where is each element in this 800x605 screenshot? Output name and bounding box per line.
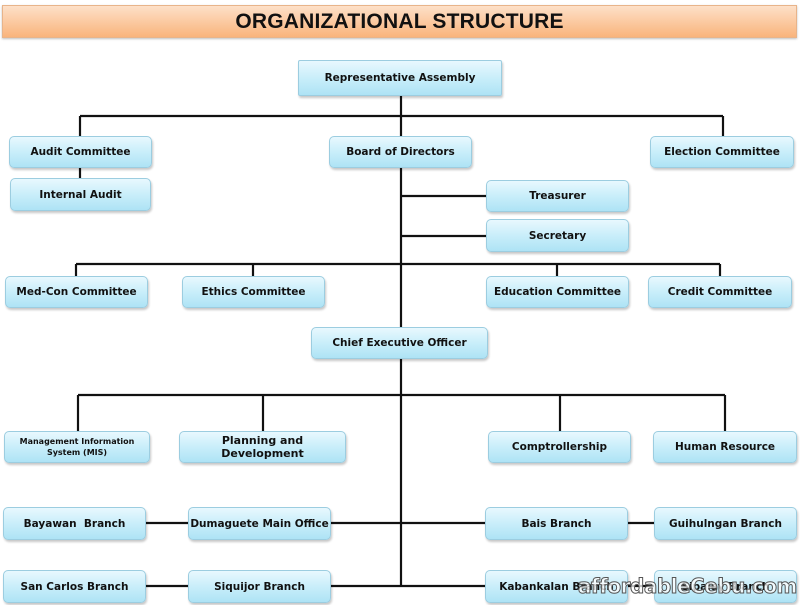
node-credit-committee[interactable]: Credit Committee (648, 276, 792, 308)
node-comptrollership[interactable]: Comptrollership (488, 431, 631, 463)
node-guihulngan-branch[interactable]: Guihulngan Branch (654, 507, 797, 540)
node-audit-committee[interactable]: Audit Committee (9, 136, 152, 168)
node-election-committee[interactable]: Election Committee (650, 136, 794, 168)
node-education-committee[interactable]: Education Committee (486, 276, 629, 308)
node-ceo[interactable]: Chief Executive Officer (311, 327, 488, 359)
node-dumaguete-main-office[interactable]: Dumaguete Main Office (188, 507, 331, 540)
node-board-of-directors[interactable]: Board of Directors (329, 136, 472, 168)
node-siquijor-branch[interactable]: Siquijor Branch (188, 570, 331, 603)
node-internal-audit[interactable]: Internal Audit (10, 178, 151, 211)
node-representative-assembly[interactable]: Representative Assembly (298, 60, 502, 96)
node-treasurer[interactable]: Treasurer (486, 180, 629, 212)
watermark: affordableCebu.com (578, 574, 798, 599)
node-ethics-committee[interactable]: Ethics Committee (182, 276, 325, 308)
node-bais-branch[interactable]: Bais Branch (485, 507, 628, 540)
node-secretary[interactable]: Secretary (486, 219, 629, 252)
node-human-resource[interactable]: Human Resource (653, 431, 797, 463)
node-mis[interactable]: Management Information System (MIS) (4, 431, 150, 463)
node-san-carlos-branch[interactable]: San Carlos Branch (3, 570, 146, 603)
node-bayawan-branch[interactable]: Bayawan Branch (3, 507, 146, 540)
node-planning-and-development[interactable]: Planning and Development (179, 431, 346, 463)
node-medcon-committee[interactable]: Med-Con Committee (5, 276, 148, 308)
